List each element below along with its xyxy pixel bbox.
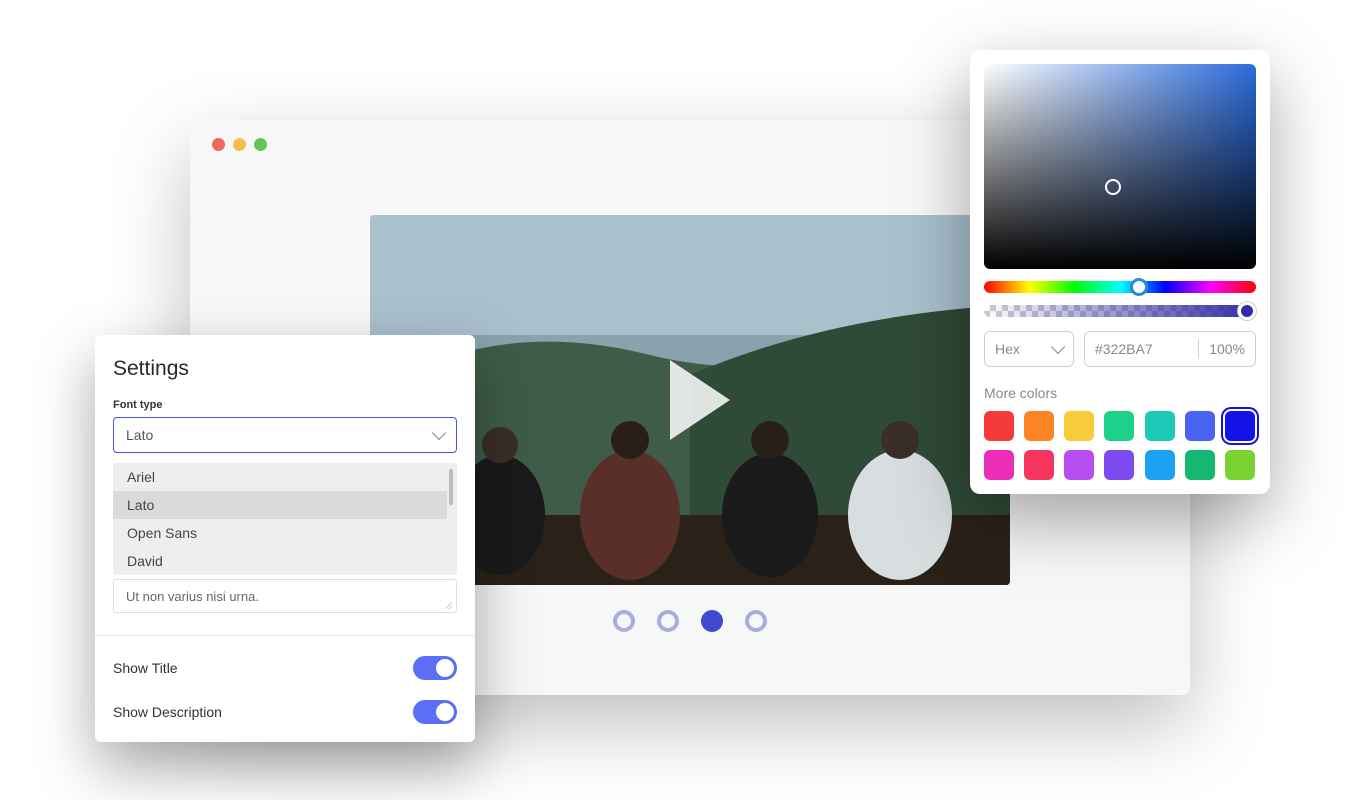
alpha-slider[interactable] [984, 305, 1256, 317]
minimize-window-icon[interactable] [233, 138, 246, 151]
hue-thumb[interactable] [1130, 278, 1148, 296]
chevron-down-icon [432, 426, 446, 440]
color-swatch-2[interactable] [1064, 411, 1094, 441]
font-select-value: Lato [126, 427, 153, 443]
hex-input[interactable]: #322BA7 100% [1084, 331, 1256, 367]
color-swatch-9[interactable] [1064, 450, 1094, 480]
color-picker-panel: Hex #322BA7 100% More colors [970, 50, 1270, 494]
settings-title: Settings [113, 357, 457, 381]
color-swatch-1[interactable] [1024, 411, 1054, 441]
color-swatch-10[interactable] [1104, 450, 1134, 480]
font-option-david[interactable]: David [113, 547, 447, 575]
description-textarea[interactable]: Ut non varius nisi urna. [113, 579, 457, 613]
page-dot-3[interactable] [701, 610, 723, 632]
gradient-cursor-icon[interactable] [1105, 179, 1121, 195]
color-format-value: Hex [995, 341, 1020, 357]
color-swatch-3[interactable] [1104, 411, 1134, 441]
color-swatches [984, 411, 1256, 480]
color-swatch-8[interactable] [1024, 450, 1054, 480]
color-swatch-11[interactable] [1145, 450, 1175, 480]
alpha-thumb[interactable] [1238, 302, 1256, 320]
play-icon[interactable] [670, 360, 730, 440]
font-type-label: Font type [113, 399, 457, 411]
dropdown-scrollbar[interactable] [449, 469, 453, 505]
more-colors-label: More colors [984, 385, 1256, 401]
close-window-icon[interactable] [212, 138, 225, 151]
font-option-opensans[interactable]: Open Sans [113, 519, 447, 547]
page-dot-1[interactable] [613, 610, 635, 632]
font-option-ariel[interactable]: Ariel [113, 463, 447, 491]
color-swatch-4[interactable] [1145, 411, 1175, 441]
font-option-lato[interactable]: Lato [113, 491, 447, 519]
color-inputs: Hex #322BA7 100% [984, 331, 1256, 367]
font-select[interactable]: Lato [113, 417, 457, 453]
hex-value: #322BA7 [1085, 341, 1198, 357]
opacity-value: 100% [1199, 341, 1255, 357]
color-swatch-7[interactable] [984, 450, 1014, 480]
page-dot-4[interactable] [745, 610, 767, 632]
show-title-toggle[interactable] [413, 656, 457, 680]
color-swatch-13[interactable] [1225, 450, 1255, 480]
show-title-row: Show Title [113, 636, 457, 680]
page-dot-2[interactable] [657, 610, 679, 632]
chevron-down-icon [1051, 340, 1065, 354]
color-swatch-6[interactable] [1225, 411, 1255, 441]
show-description-label: Show Description [113, 704, 222, 720]
font-dropdown: Ariel Lato Open Sans David [113, 463, 457, 575]
color-swatch-5[interactable] [1185, 411, 1215, 441]
resize-handle-icon[interactable] [443, 599, 453, 609]
color-swatch-0[interactable] [984, 411, 1014, 441]
color-swatch-12[interactable] [1185, 450, 1215, 480]
hue-slider[interactable] [984, 281, 1256, 293]
show-description-row: Show Description [113, 680, 457, 724]
maximize-window-icon[interactable] [254, 138, 267, 151]
show-title-label: Show Title [113, 660, 178, 676]
color-format-select[interactable]: Hex [984, 331, 1074, 367]
textarea-value: Ut non varius nisi urna. [126, 589, 259, 604]
color-gradient[interactable] [984, 64, 1256, 269]
pagination [613, 610, 767, 632]
show-description-toggle[interactable] [413, 700, 457, 724]
settings-panel: Settings Font type Lato Ariel Lato Open … [95, 335, 475, 742]
